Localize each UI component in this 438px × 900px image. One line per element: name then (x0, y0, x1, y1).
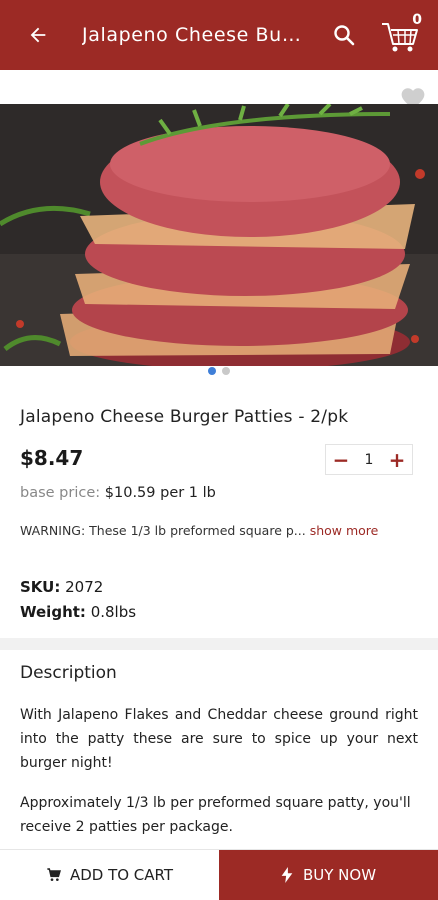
warning-text: WARNING: These 1/3 lb preformed square p… (20, 523, 306, 538)
product-image[interactable] (0, 104, 438, 366)
description-paragraph: With Jalapeno Flakes and Cheddar cheese … (20, 707, 418, 771)
lightning-icon (281, 867, 293, 883)
description-heading: Description (20, 663, 117, 683)
search-button[interactable] (326, 17, 362, 53)
cart-button[interactable]: 0 (378, 12, 428, 58)
base-price: base price: $10.59 per 1 lb (20, 485, 216, 501)
increment-button[interactable]: + (388, 448, 406, 472)
product-name: Jalapeno Cheese Burger Patties - 2/pk (20, 407, 349, 427)
back-button[interactable] (18, 15, 58, 55)
product-price: $8.47 (20, 446, 84, 470)
buy-now-label: BUY NOW (302, 866, 377, 884)
description-paragraph: Approximately 1/3 lb per preformed squar… (20, 795, 411, 835)
decrement-button[interactable]: − (332, 448, 350, 472)
sku-row: SKU: 2072 (20, 578, 103, 596)
carousel-dot[interactable] (222, 367, 230, 375)
app-header: Jalapeno Cheese Burger Patties - 2/pk 0 (0, 0, 438, 70)
base-price-label: base price: (20, 485, 101, 501)
weight-label: Weight: (20, 603, 86, 621)
quantity-value: 1 (364, 451, 374, 468)
header-title: Jalapeno Cheese Burger Patties - 2/pk (82, 24, 307, 46)
cart-icon (47, 868, 61, 881)
sku-label: SKU: (20, 578, 61, 596)
buy-now-button[interactable]: BUY NOW (219, 850, 438, 900)
warning-text-block: WARNING: These 1/3 lb preformed square p… (20, 520, 420, 542)
image-carousel-indicator (0, 367, 438, 375)
add-to-cart-label: ADD TO CART (69, 866, 174, 884)
sku-value: 2072 (65, 578, 104, 596)
weight-row: Weight: 0.8lbs (20, 603, 136, 621)
quantity-stepper: − 1 + (325, 444, 413, 475)
carousel-dot-active[interactable] (208, 367, 216, 375)
add-to-cart-button[interactable]: ADD TO CART (0, 850, 219, 900)
burger-patties-image (0, 104, 438, 366)
search-icon (334, 25, 355, 46)
bottom-action-bar: ADD TO CART BUY NOW (0, 849, 438, 900)
cart-count-badge: 0 (412, 12, 422, 28)
section-divider (0, 638, 438, 650)
show-more-link[interactable]: show more (310, 523, 379, 538)
base-price-value: $10.59 per 1 lb (104, 485, 216, 501)
weight-value: 0.8lbs (90, 603, 137, 621)
arrow-left-icon (30, 27, 46, 43)
